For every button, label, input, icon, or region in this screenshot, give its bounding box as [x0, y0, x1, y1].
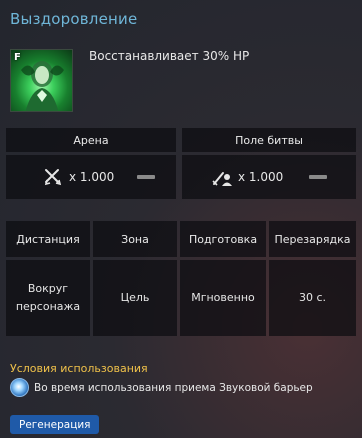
sound-barrier-icon [10, 378, 29, 397]
skill-tag[interactable]: Регенерация [10, 415, 100, 434]
dash-icon [309, 175, 327, 179]
stat-value-label: Цель [120, 291, 150, 304]
mode-multiplier: x 1.000 [69, 170, 115, 184]
stat-header-distance: Дистанция [6, 221, 90, 257]
skill-icon: F [10, 49, 73, 112]
stat-header-cooldown: Перезарядка [269, 221, 356, 257]
stat-header-label: Перезарядка [274, 232, 351, 246]
mode-multiplier: x 1.000 [238, 170, 284, 184]
stat-value-label: Мгновенно [191, 291, 255, 304]
stat-value-label: 30 с. [298, 291, 327, 304]
condition-item: Во время использования приема Звуковой б… [10, 378, 313, 397]
dash-icon [137, 175, 155, 179]
mode-header-label: Арена [73, 133, 109, 147]
conditions-title: Условия использования [10, 362, 148, 375]
mode-value-arena: x 1.000 [6, 155, 176, 199]
mode-header-battlefield: Поле битвы [182, 128, 356, 152]
skill-title: Выздоровление [10, 10, 138, 28]
condition-text: Во время использования приема Звуковой б… [34, 381, 313, 394]
stat-value-cooldown: 30 с. [269, 260, 356, 336]
stat-header-zone: Зона [93, 221, 177, 257]
mode-header-arena: Арена [6, 128, 176, 152]
mode-value-battlefield: x 1.000 [182, 155, 356, 199]
mode-header-label: Поле битвы [235, 133, 303, 147]
stat-value-preparation: Мгновенно [180, 260, 266, 336]
skill-grade: F [14, 52, 21, 63]
stat-header-label: Дистанция [16, 232, 80, 246]
stat-header-label: Подготовка [188, 232, 258, 246]
skill-tag-label: Регенерация [19, 418, 91, 431]
crossed-swords-icon [44, 169, 62, 186]
stat-value-label: Вокруг персонажа [15, 282, 81, 313]
stat-header-label: Зона [121, 232, 149, 246]
stat-value-zone: Цель [93, 260, 177, 336]
battlefield-sword-icon [212, 172, 232, 186]
stat-header-preparation: Подготовка [180, 221, 266, 257]
skill-description: Восстанавливает 30% HP [89, 49, 250, 63]
stat-value-distance: Вокруг персонажа [6, 260, 90, 336]
